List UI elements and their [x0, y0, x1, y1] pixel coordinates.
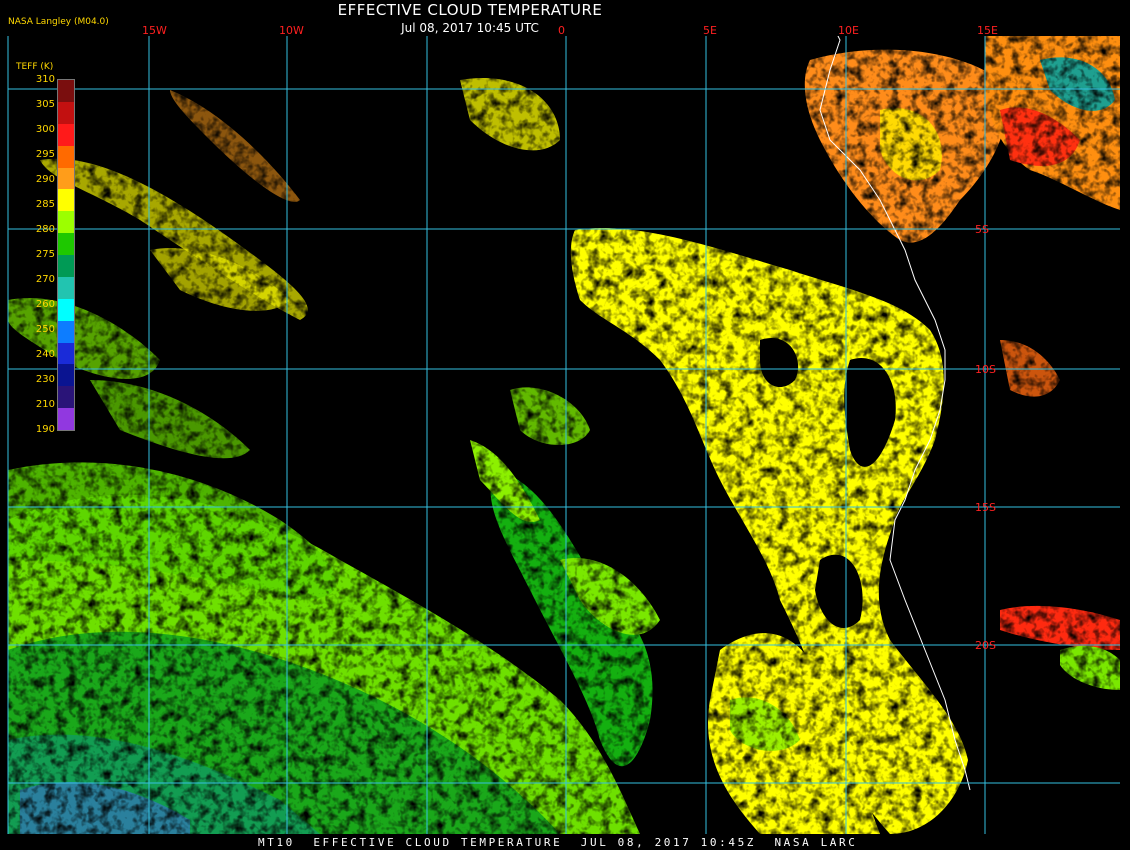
legend-tick-label: 240	[35, 349, 55, 360]
legend-tick-label: 190	[35, 424, 55, 435]
lon-label-15e: 15E	[977, 24, 998, 37]
legend-tick-label: 300	[35, 124, 55, 135]
legend-tick-label: 260	[35, 299, 55, 310]
legend-tick-label: 295	[35, 149, 55, 160]
legend-swatch	[58, 233, 74, 255]
cloud-temperature-map: 15W 10W 0 5E 10E 15E 5S 10S 15S 20S	[0, 0, 1130, 850]
lat-label-20s: 20S	[975, 639, 996, 652]
lat-label-15s: 15S	[975, 501, 996, 514]
map-title: EFFECTIVE CLOUD TEMPERATURE	[337, 1, 603, 19]
legend-tick-label: 275	[35, 249, 55, 260]
cloud-field	[8, 36, 1120, 834]
legend-tick-label: 310	[35, 74, 55, 85]
legend-swatch	[58, 167, 74, 190]
legend-swatch	[58, 255, 74, 277]
footer-caption: MT10 EFFECTIVE CLOUD TEMPERATURE JUL 08,…	[258, 836, 858, 849]
legend-swatch	[58, 364, 74, 387]
legend-title: TEFF (K)	[16, 62, 54, 72]
legend-swatch	[58, 101, 74, 124]
legend-tick-label: 305	[35, 99, 55, 110]
legend-tick-label: 210	[35, 399, 55, 410]
legend-swatch	[58, 386, 74, 409]
legend-swatch	[58, 276, 74, 299]
lat-label-5s: 5S	[975, 223, 989, 236]
legend-tick-label: 285	[35, 199, 55, 210]
legend-swatch	[58, 211, 74, 234]
legend-swatch	[58, 145, 74, 168]
legend-swatch	[58, 298, 74, 321]
color-legend-bar	[57, 79, 75, 431]
source-label: NASA Langley (M04.0)	[8, 17, 109, 27]
legend-tick-label: 270	[35, 274, 55, 285]
legend-swatch	[58, 189, 74, 212]
legend-swatch	[58, 123, 74, 146]
legend-tick-label: 280	[35, 224, 55, 235]
legend-swatch	[58, 320, 74, 343]
legend-tick-label: 290	[35, 174, 55, 185]
map-subtitle: Jul 08, 2017 10:45 UTC	[401, 21, 539, 35]
legend-tick-label: 230	[35, 374, 55, 385]
legend-swatch	[58, 80, 74, 102]
legend-swatch	[58, 342, 74, 365]
legend-tick-label: 250	[35, 324, 55, 335]
legend-swatch	[58, 408, 74, 430]
lat-label-10s: 10S	[975, 363, 996, 376]
